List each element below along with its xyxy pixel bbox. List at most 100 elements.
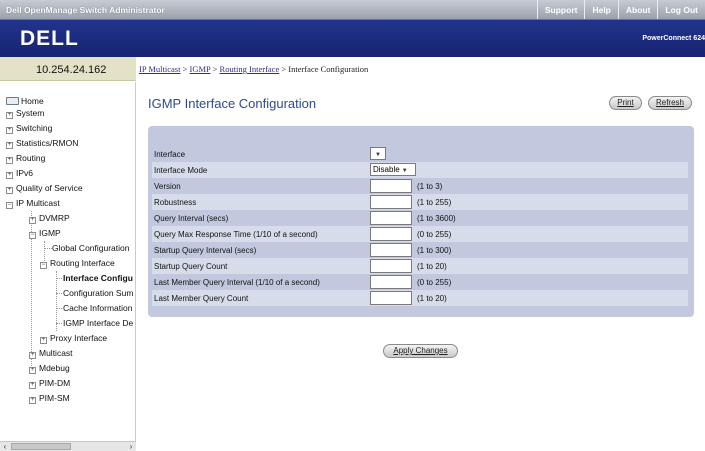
expand-icon[interactable]: + (29, 367, 36, 374)
tree-item-ip-multicast[interactable]: − IP Multicast (6, 198, 60, 209)
form-row-startup-query-count: Startup Query Count (1 to 20) (152, 258, 688, 274)
form-row-query-max-response: Query Max Response Time (1/10 of a secon… (152, 226, 688, 242)
last-member-query-interval-input[interactable] (370, 275, 412, 289)
interface-mode-value: Disable (373, 165, 400, 174)
version-range: (1 to 3) (417, 182, 443, 191)
refresh-button[interactable]: Refresh (648, 96, 692, 110)
tree-item-qos[interactable]: + Quality of Service (6, 183, 83, 194)
interface-mode-select[interactable]: Disable ▼ (370, 163, 416, 176)
tree-label: PIM-DM (39, 378, 71, 388)
tree-item-statistics[interactable]: + Statistics/RMON (6, 138, 78, 149)
tree-label: Switching (16, 123, 53, 133)
last-member-query-count-label: Last Member Query Count (154, 294, 249, 303)
print-button[interactable]: Print (609, 96, 642, 110)
tree-item-system[interactable]: + System (6, 108, 44, 119)
query-interval-input[interactable] (370, 211, 412, 225)
form-row-interface-mode: Interface Mode Disable ▼ (152, 162, 688, 178)
last-member-query-interval-range: (0 to 255) (417, 278, 452, 287)
collapse-icon[interactable]: − (6, 202, 13, 209)
tree-connector (56, 271, 57, 331)
support-link[interactable]: Support (536, 0, 585, 19)
tree-item-routing-interface[interactable]: − Routing Interface (40, 258, 115, 269)
top-bar: Dell OpenManage Switch Administrator Sup… (0, 0, 705, 20)
collapse-icon[interactable]: − (40, 262, 47, 269)
tree-item-home[interactable]: Home (6, 96, 44, 106)
expand-icon[interactable]: + (40, 337, 47, 344)
expand-icon[interactable]: + (29, 397, 36, 404)
tree-horizontal-scrollbar[interactable]: ‹ › (0, 441, 136, 451)
tree-label: Quality of Service (16, 183, 83, 193)
robustness-input[interactable] (370, 195, 412, 209)
tree-label: IPv6 (16, 168, 34, 178)
startup-query-count-input[interactable] (370, 259, 412, 273)
brand-bar: DELL PowerConnect 624 (0, 20, 705, 57)
expand-icon[interactable]: + (6, 172, 13, 179)
tree-item-pim-dm[interactable]: + PIM-DM (29, 378, 70, 389)
ip-panel: 10.254.24.162 (0, 57, 136, 81)
chevron-down-icon: ▼ (375, 152, 381, 158)
tree-label: IGMP Interface De (63, 318, 134, 328)
tree-item-proxy-interface[interactable]: + Proxy Interface (40, 333, 107, 344)
form-row-version: Version (1 to 3) (152, 178, 688, 194)
query-max-response-label: Query Max Response Time (1/10 of a secon… (154, 230, 318, 239)
tree-item-switching[interactable]: + Switching (6, 123, 52, 134)
tree-item-interface-configuration[interactable]: Interface Configu (63, 273, 133, 283)
tree-label: Global Configuration (52, 243, 130, 253)
expand-icon[interactable]: + (6, 157, 13, 164)
home-icon (6, 97, 19, 105)
breadcrumb-separator: > (182, 64, 188, 74)
breadcrumb-ip-multicast[interactable]: IP Multicast (139, 64, 180, 74)
expand-icon[interactable]: + (6, 112, 13, 119)
tree-label: System (16, 108, 45, 118)
tree-item-configuration-summary[interactable]: Configuration Sum (63, 288, 133, 298)
scroll-right-icon[interactable]: › (126, 442, 136, 451)
apply-changes-button[interactable]: Apply Changes (383, 344, 458, 358)
interface-select[interactable]: ▼ (370, 147, 386, 160)
query-interval-label: Query Interval (secs) (154, 214, 229, 223)
scroll-left-icon[interactable]: ‹ (0, 442, 10, 451)
collapse-icon[interactable]: − (29, 232, 36, 239)
tree-item-igmp-interface-detail[interactable]: IGMP Interface De (63, 318, 133, 328)
tree-connector (56, 308, 62, 309)
ip-address: 10.254.24.162 (36, 64, 107, 76)
tree-item-mdebug[interactable]: + Mdebug (29, 363, 70, 374)
tree-item-global-configuration[interactable]: Global Configuration (52, 243, 130, 253)
expand-icon[interactable]: + (29, 352, 36, 359)
interface-mode-label: Interface Mode (154, 166, 208, 175)
scrollbar-thumb[interactable] (11, 443, 71, 450)
last-member-query-count-input[interactable] (370, 291, 412, 305)
robustness-label: Robustness (154, 198, 197, 207)
tree-label: DVMRP (39, 213, 70, 223)
expand-icon[interactable]: + (6, 127, 13, 134)
tree-label: IGMP (39, 228, 61, 238)
expand-icon[interactable]: + (29, 382, 36, 389)
tree-item-cache-information[interactable]: Cache Information (63, 303, 132, 313)
about-link[interactable]: About (617, 0, 658, 19)
breadcrumb-igmp[interactable]: IGMP (190, 64, 211, 74)
breadcrumb: IP Multicast > IGMP > Routing Interface … (139, 64, 368, 74)
tree-item-multicast[interactable]: + Multicast (29, 348, 73, 359)
query-max-response-range: (0 to 255) (417, 230, 452, 239)
tree-label: Mdebug (39, 363, 70, 373)
startup-query-interval-label: Startup Query Interval (secs) (154, 246, 257, 255)
tree-item-routing[interactable]: + Routing (6, 153, 45, 164)
tree-item-ipv6[interactable]: + IPv6 (6, 168, 33, 179)
expand-icon[interactable]: + (29, 217, 36, 224)
logout-link[interactable]: Log Out (657, 0, 705, 19)
expand-icon[interactable]: + (6, 142, 13, 149)
tree-item-dvmrp[interactable]: + DVMRP (29, 213, 70, 224)
tree-label: Routing (16, 153, 46, 163)
tree-connector (56, 293, 62, 294)
form-row-query-interval: Query Interval (secs) (1 to 3600) (152, 210, 688, 226)
startup-query-interval-input[interactable] (370, 243, 412, 257)
model-name: PowerConnect 624 (642, 35, 705, 42)
version-input[interactable] (370, 179, 412, 193)
robustness-range: (1 to 255) (417, 198, 452, 207)
query-max-response-input[interactable] (370, 227, 412, 241)
tree-label: Configuration Sum (63, 288, 134, 298)
tree-item-igmp[interactable]: − IGMP (29, 228, 61, 239)
breadcrumb-routing-interface[interactable]: Routing Interface (220, 64, 280, 74)
tree-item-pim-sm[interactable]: + PIM-SM (29, 393, 70, 404)
help-link[interactable]: Help (584, 0, 617, 19)
expand-icon[interactable]: + (6, 187, 13, 194)
